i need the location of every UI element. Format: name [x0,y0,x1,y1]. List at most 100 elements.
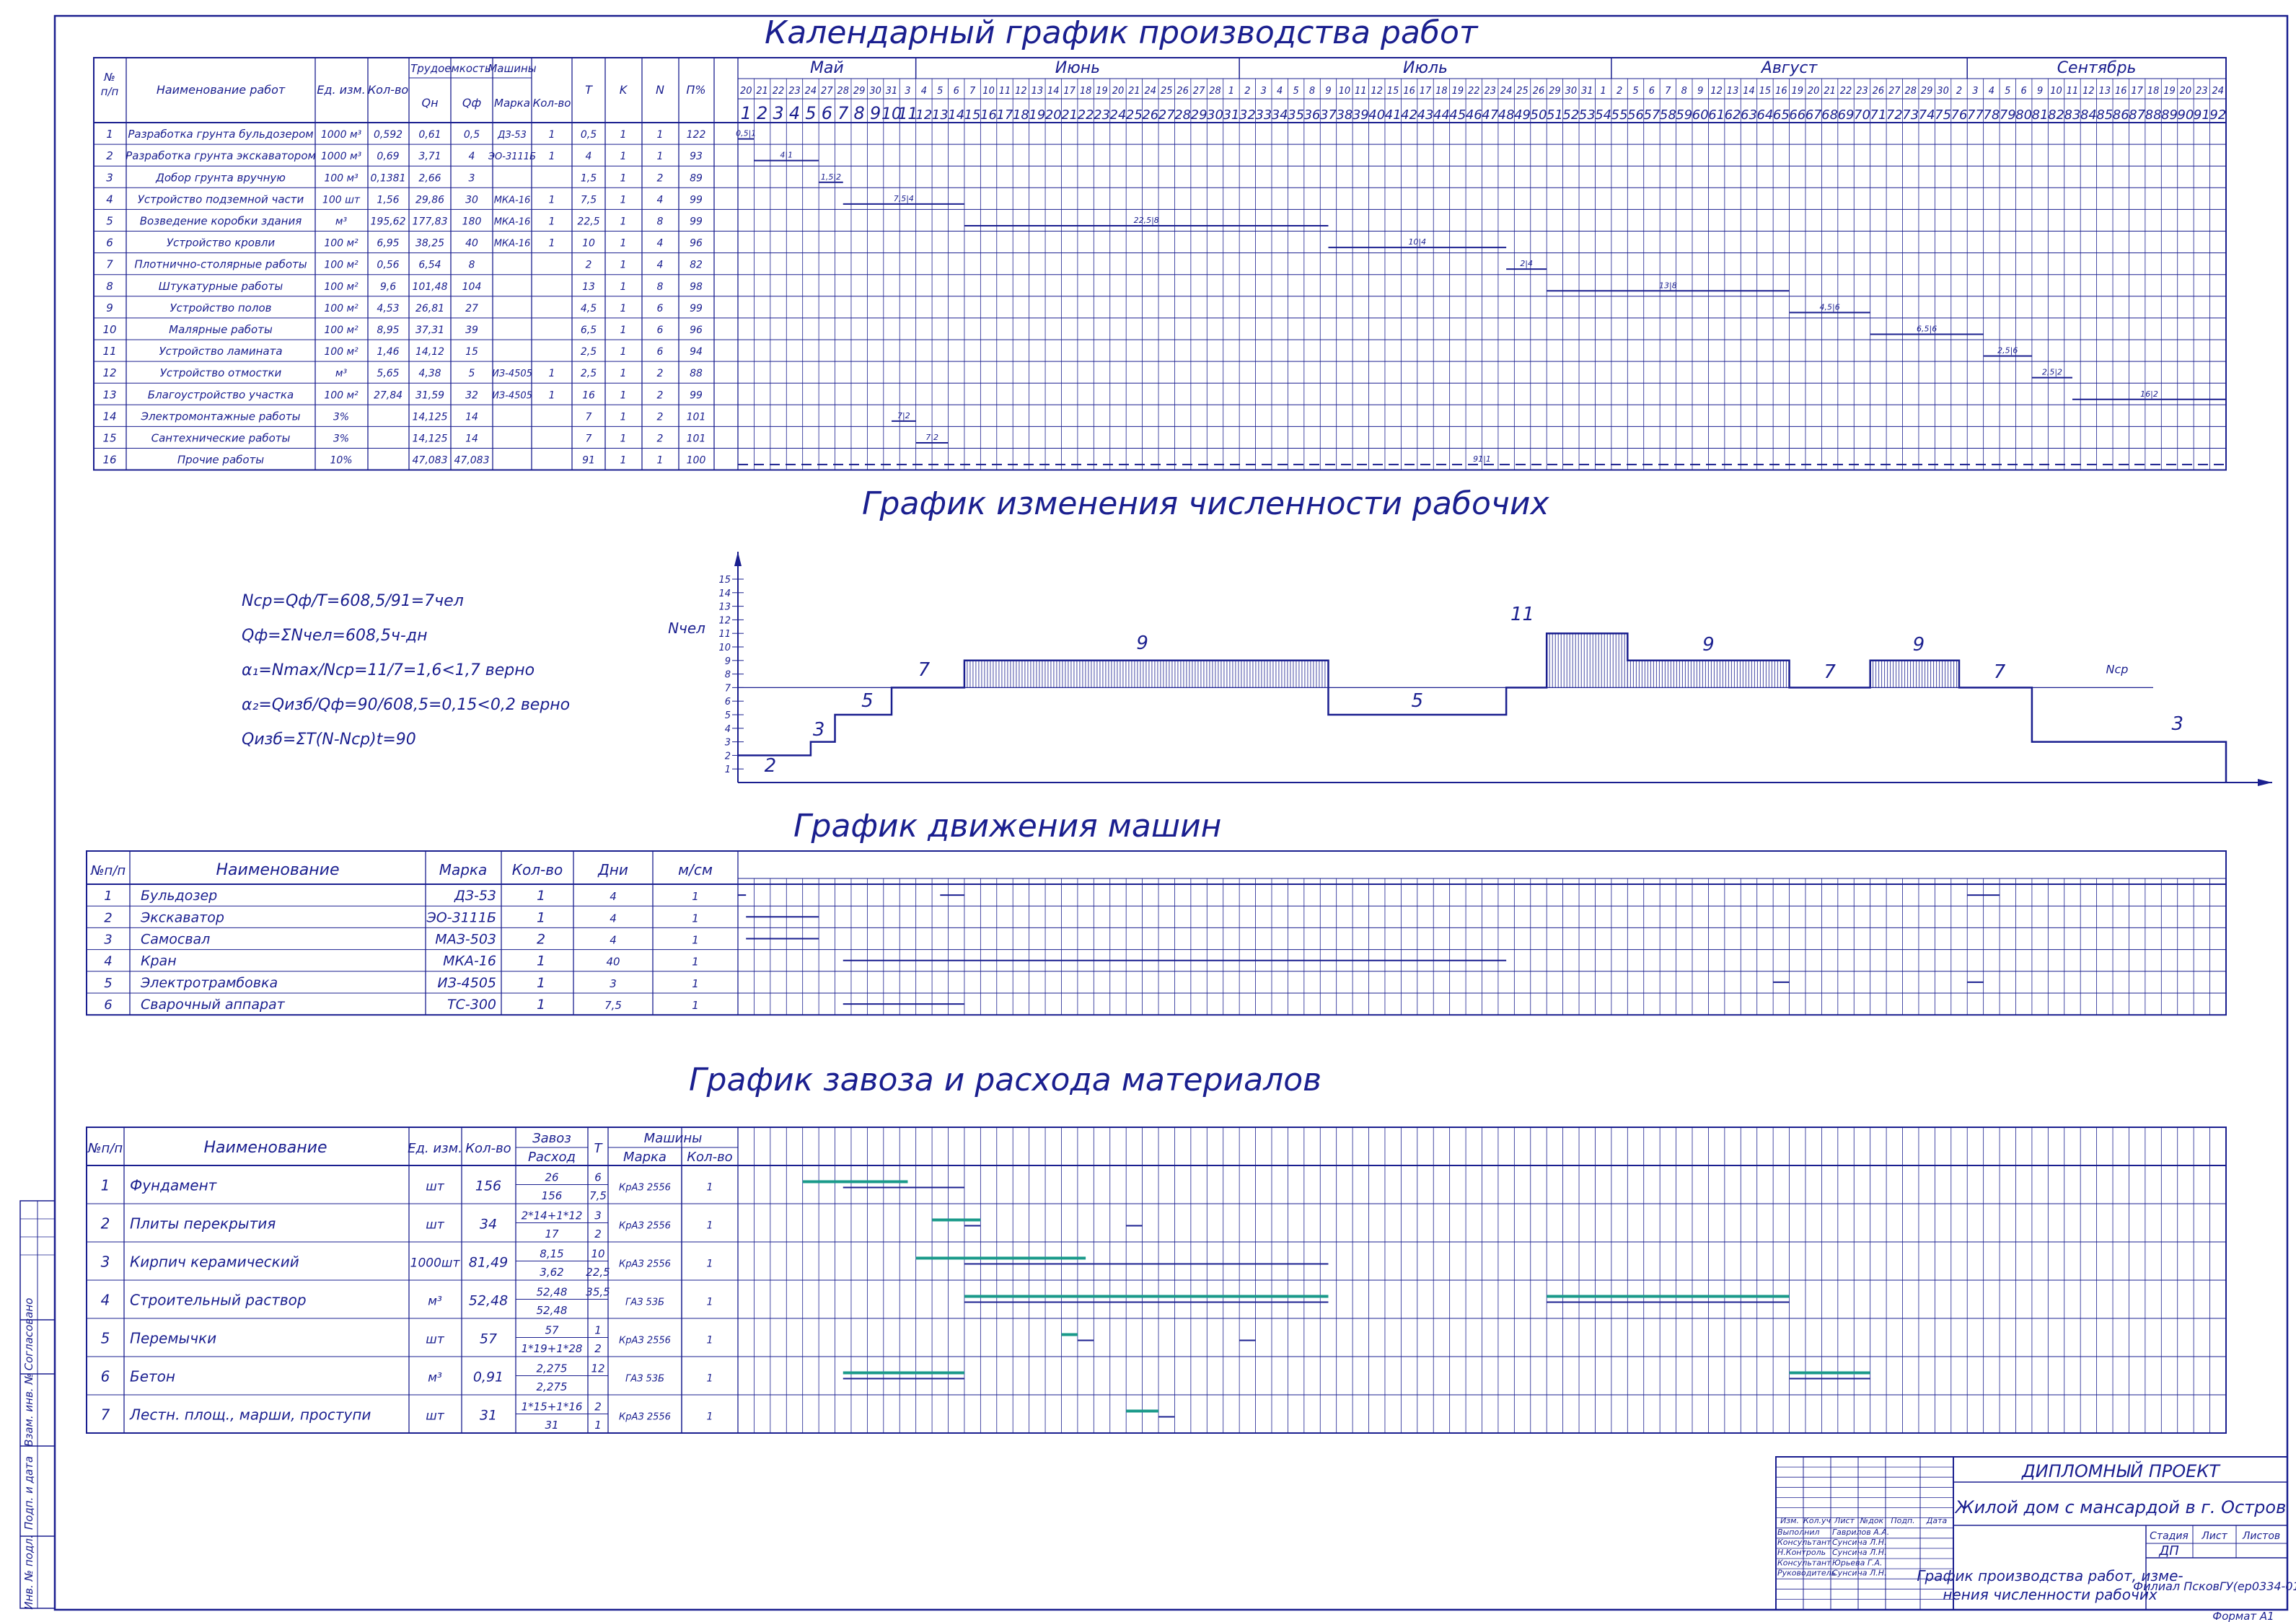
row-unit: 3% [333,411,349,423]
row-k: 1 [620,194,627,206]
calendar-day: 8 [1309,86,1315,97]
row-qty: 52,48 [469,1293,508,1309]
row-num: 9 [106,301,113,314]
row-qty: 0,592 [374,129,403,141]
row-mqty: 1 [549,389,555,401]
stamp-role: Н.Контроль [1777,1548,1826,1557]
calendar-day: 10 [1339,86,1351,97]
header-pct: П% [686,83,705,97]
row-name: Устройство полов [170,301,272,314]
average-label: Nср [2106,662,2129,676]
row-pct: 101 [687,411,706,423]
row-qf: 14 [465,411,478,423]
row-t2: 2 [594,1227,602,1240]
materials-title: График завоза и расхода материалов [689,1062,1321,1098]
row-k: 1 [620,238,627,250]
row-days: 4 [610,912,617,925]
step-label: 9 [1136,633,1148,654]
header-shift: м/см [678,861,713,878]
row-days: 4 [610,890,617,903]
calendar-day: 15 [1387,86,1399,97]
row-k: 1 [620,172,627,184]
header-brand: Марка [623,1150,667,1165]
row-n: 4 [657,260,664,271]
y-tick-label: 12 [718,615,731,626]
calendar-day: 27 [1193,86,1205,97]
row-qty: 1 [537,909,545,925]
row-brand: МАЗ-503 [435,932,496,948]
row-n: 2 [657,172,664,184]
working-day-number: 34 [1272,107,1288,123]
row-num: 3 [106,171,113,184]
schedule-title: Календарный график производства работ [765,14,1479,51]
header-name: Наименование [216,861,340,879]
working-day-number: 8 [854,103,865,123]
row-days: 4 [610,934,617,947]
row-name: Электротрамбовка [140,975,278,991]
row-num: 3 [101,1253,110,1271]
row-n: 8 [657,281,664,293]
row-num: 5 [101,1330,110,1347]
row-name: Электромонтажные работы [141,410,301,423]
stamp-role: Выполнил [1777,1528,1820,1537]
task-bar-label: 4,5|6 [1820,302,1840,312]
calendar-day: 4 [921,86,927,97]
working-day-number: 39 [1352,107,1369,123]
row-unit: 10% [330,455,352,467]
row-brand: ГАЗ 53Б [625,1374,664,1385]
header-name: Наименование [204,1139,327,1157]
working-day-number: 50 [1531,107,1547,123]
row-shift: 1 [692,956,699,969]
row-brand: МКА-16 [443,953,496,969]
calendar-day: 11 [999,86,1011,97]
working-day-number: 30 [1207,107,1223,123]
calendar-day: 10 [982,86,995,97]
row-brand: МКА-16 [494,216,531,227]
working-day-number: 80 [2015,107,2032,123]
row-t: 2,5 [581,368,597,379]
row-usage: 17 [545,1227,559,1240]
row-t2: 7,5 [589,1189,607,1202]
working-day-number: 69 [1838,107,1855,123]
row-brand: КрАЗ 2556 [619,1221,671,1232]
calendar-day: 29 [853,86,866,97]
row-mqty: 1 [707,1297,713,1308]
calendar-day: 25 [1161,86,1173,97]
working-day-number: 79 [2000,107,2016,123]
schedule-table: №п/п Наименование работ Ед. изм. Кол-воТруд… [93,57,2227,471]
stamp-col-header: Кол.уч [1803,1516,1831,1525]
row-brand: ДЗ-53 [454,888,496,904]
row-qf: 8 [469,260,475,271]
row-n: 4 [657,194,664,206]
row-name: Сварочный аппарат [141,997,286,1013]
header-brand: Марка [439,861,488,878]
working-day-number: 89 [2161,107,2178,123]
row-n: 6 [657,346,664,358]
calendar-day: 22 [1840,86,1852,97]
working-day-number: 43 [1417,107,1434,123]
row-num: 4 [104,954,112,969]
working-day-number: 36 [1304,107,1321,123]
row-brand: ГАЗ 53Б [625,1297,664,1308]
calendar-day: 11 [2067,86,2079,97]
row-qf: 32 [465,389,478,401]
working-day-number: 19 [1029,107,1045,123]
y-tick-label: 11 [718,629,731,640]
row-n: 2 [657,411,664,423]
calendar-day: 15 [1759,86,1772,97]
working-day-number: 72 [1886,107,1903,123]
row-shift: 1 [692,977,699,990]
working-day-number: 47 [1482,107,1498,123]
working-day-number: 41 [1385,107,1402,123]
working-day-number: 60 [1692,107,1709,123]
working-day-number: 25 [1126,107,1143,123]
row-mqty: 1 [549,368,555,379]
calendar-day: 19 [1791,86,1803,97]
working-day-number: 28 [1174,107,1191,123]
project-label: ДИПЛОМНЫЙ ПРОЕКТ [2021,1460,2221,1481]
calendar-day: 14 [1743,86,1755,97]
calendar-day: 30 [869,86,881,97]
row-qf: 27 [465,303,478,314]
header-n: N [656,83,664,97]
row-num: 6 [104,997,112,1013]
